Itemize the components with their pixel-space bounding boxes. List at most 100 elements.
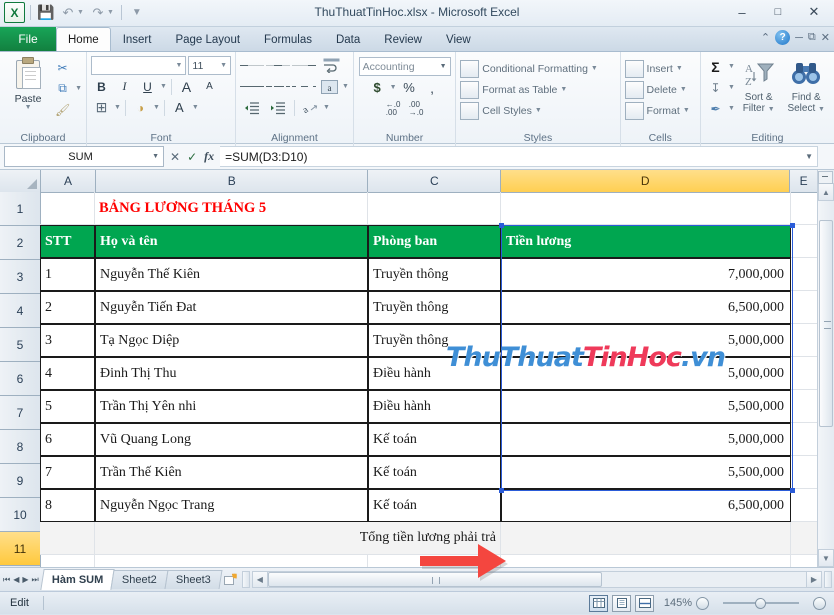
- first-sheet-icon[interactable]: ⏮: [3, 575, 10, 585]
- increase-indent-button[interactable]: [266, 98, 290, 118]
- clear-dropdown-icon[interactable]: ▼: [728, 105, 735, 112]
- cell-e11[interactable]: [791, 522, 818, 555]
- cell-d1[interactable]: [501, 192, 791, 225]
- sheet-tab-ham-sum[interactable]: Hàm SUM: [40, 569, 115, 590]
- cell-b7[interactable]: Trần Thị Yên nhi: [95, 390, 368, 423]
- align-right-button[interactable]: [292, 77, 316, 97]
- close-button[interactable]: ✕: [796, 1, 832, 23]
- paste-button[interactable]: Paste ▼: [4, 55, 52, 131]
- delete-cells-dropdown-icon[interactable]: ▼: [680, 86, 687, 93]
- row-header-9[interactable]: 9: [0, 464, 40, 498]
- cell-d9[interactable]: 5,500,000: [501, 456, 791, 489]
- autosum-dropdown-icon[interactable]: ▼: [728, 63, 735, 70]
- previous-sheet-icon[interactable]: ◀: [13, 575, 19, 584]
- zoom-in-button[interactable]: [813, 596, 826, 610]
- horizontal-split-handle-right[interactable]: [824, 571, 832, 588]
- cell-b10[interactable]: Nguyễn Ngọc Trang: [95, 489, 368, 522]
- cell-b4[interactable]: Nguyễn Tiến Đat: [95, 291, 368, 324]
- zoom-slider-handle[interactable]: [755, 597, 766, 609]
- borders-dropdown-icon[interactable]: ▼: [114, 104, 121, 111]
- format-as-table-button[interactable]: Format as Table ▼: [460, 79, 615, 100]
- cell-a7[interactable]: 5: [40, 390, 95, 423]
- sheet-tab-sheet3[interactable]: Sheet3: [164, 570, 223, 589]
- scroll-up-button[interactable]: ▲: [818, 183, 834, 201]
- page-layout-view-button[interactable]: [612, 594, 631, 612]
- format-as-table-dropdown-icon[interactable]: ▼: [560, 86, 567, 93]
- tab-review[interactable]: Review: [372, 28, 434, 51]
- tab-formulas[interactable]: Formulas: [252, 28, 324, 51]
- delete-cells-button[interactable]: Delete ▼: [624, 79, 696, 100]
- increase-decimal-button[interactable]: ←.0.00: [383, 99, 404, 119]
- column-header-d[interactable]: D: [501, 170, 791, 192]
- font-color-dropdown-icon[interactable]: ▼: [192, 104, 199, 111]
- borders-button[interactable]: ⊞: [91, 98, 112, 118]
- insert-cells-button[interactable]: Insert ▼: [624, 58, 696, 79]
- align-middle-button[interactable]: [266, 56, 290, 76]
- copy-button[interactable]: ⧉ ▼: [52, 78, 82, 99]
- bold-button[interactable]: B: [91, 77, 112, 97]
- cell-a12[interactable]: [40, 555, 95, 567]
- fill-color-button[interactable]: ◑: [130, 98, 151, 118]
- percent-button[interactable]: %: [399, 78, 420, 98]
- cell-styles-button[interactable]: Cell Styles ▼: [460, 100, 615, 121]
- cell-b9[interactable]: Trần Thế Kiên: [95, 456, 368, 489]
- scroll-left-button[interactable]: ◀: [251, 571, 268, 588]
- currency-button[interactable]: $: [367, 78, 388, 98]
- copy-dropdown-icon[interactable]: ▼: [75, 85, 82, 92]
- cell-a11[interactable]: [40, 522, 95, 555]
- cell-c7[interactable]: Điều hành: [368, 390, 501, 423]
- cell-e10[interactable]: [791, 489, 818, 522]
- find-and-select-button[interactable]: Find & Select ▼: [782, 55, 830, 131]
- normal-view-button[interactable]: [589, 594, 608, 612]
- shrink-font-button[interactable]: A: [199, 77, 220, 97]
- underline-button[interactable]: U: [137, 77, 158, 97]
- format-cells-button[interactable]: Format ▼: [624, 100, 696, 121]
- underline-dropdown-icon[interactable]: ▼: [160, 83, 167, 90]
- cell-e9[interactable]: [791, 456, 818, 489]
- font-name-input[interactable]: ▼: [91, 56, 187, 75]
- cell-a4[interactable]: 2: [40, 291, 95, 324]
- cell-a6[interactable]: 4: [40, 357, 95, 390]
- column-header-c[interactable]: C: [368, 170, 502, 192]
- fill-color-dropdown-icon[interactable]: ▼: [153, 104, 160, 111]
- sheet-tab-sheet2[interactable]: Sheet2: [110, 570, 169, 589]
- next-sheet-icon[interactable]: ▶: [22, 575, 28, 584]
- tab-insert[interactable]: Insert: [111, 28, 164, 51]
- cell-e2[interactable]: [791, 225, 818, 258]
- number-format-select[interactable]: Accounting ▼: [358, 57, 451, 76]
- align-bottom-button[interactable]: [292, 56, 316, 76]
- font-color-button[interactable]: A: [169, 98, 190, 118]
- cell-e7[interactable]: [791, 390, 818, 423]
- cell-e4[interactable]: [791, 291, 818, 324]
- select-all-button[interactable]: [0, 170, 41, 192]
- restore-document-icon[interactable]: ⧉: [808, 31, 816, 44]
- cell-d7[interactable]: 5,500,000: [501, 390, 791, 423]
- expand-formula-bar-icon[interactable]: ▼: [805, 152, 813, 161]
- scroll-right-button[interactable]: ▶: [806, 571, 822, 588]
- cell-c10[interactable]: Kế toán: [368, 489, 501, 522]
- cell-a9[interactable]: 7: [40, 456, 95, 489]
- row-header-2[interactable]: 2: [0, 226, 40, 260]
- conditional-formatting-button[interactable]: Conditional Formatting ▼: [460, 58, 615, 79]
- cell-a3[interactable]: 1: [40, 258, 95, 291]
- cell-a1[interactable]: [40, 192, 95, 225]
- decrease-indent-button[interactable]: [240, 98, 264, 118]
- help-icon[interactable]: ?: [775, 30, 791, 45]
- insert-worksheet-icon[interactable]: [220, 573, 242, 586]
- tab-view[interactable]: View: [434, 28, 483, 51]
- cell-d11[interactable]: [501, 522, 791, 555]
- page-break-view-button[interactable]: [635, 594, 654, 612]
- comma-button[interactable]: ,: [422, 78, 443, 98]
- row-header-3[interactable]: 3: [0, 260, 40, 294]
- row-header-5[interactable]: 5: [0, 328, 40, 362]
- cell-e5[interactable]: [791, 324, 818, 357]
- grow-font-button[interactable]: A: [176, 77, 197, 97]
- enter-formula-icon[interactable]: ✓: [187, 150, 197, 164]
- cell-a2[interactable]: STT: [40, 225, 95, 258]
- cell-c2[interactable]: Phòng ban: [368, 225, 501, 258]
- sort-and-filter-button[interactable]: A Z Sort & Filter ▼: [735, 55, 783, 131]
- cell-d3[interactable]: 7,000,000: [501, 258, 791, 291]
- merge-dropdown-icon[interactable]: ▼: [342, 83, 349, 90]
- cell-e12[interactable]: [791, 555, 818, 567]
- row-header-4[interactable]: 4: [0, 294, 40, 328]
